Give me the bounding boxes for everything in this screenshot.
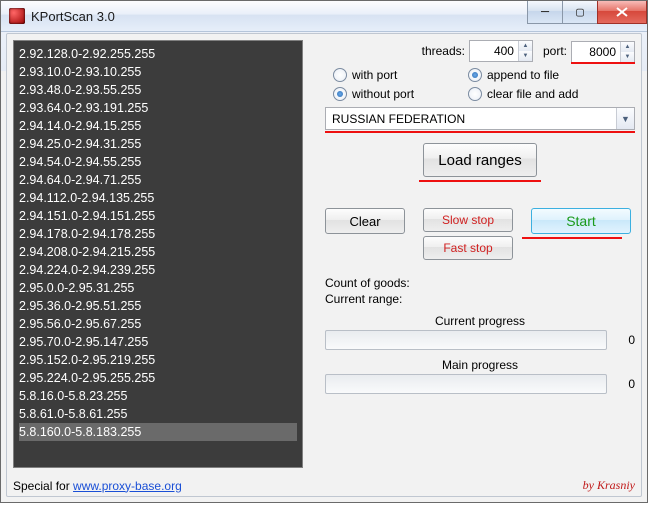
minimize-button[interactable]: ─ (527, 1, 563, 24)
ip-range-item[interactable]: 2.94.64.0-2.94.71.255 (19, 171, 297, 189)
load-ranges-button[interactable]: Load ranges (423, 143, 536, 177)
client-area: 2.92.128.0-2.92.255.2552.93.10.0-2.93.10… (6, 33, 642, 497)
close-button[interactable] (597, 1, 647, 24)
with-port-radio[interactable] (333, 68, 347, 82)
ip-range-item[interactable]: 2.95.152.0-2.95.219.255 (19, 351, 297, 369)
fast-stop-button[interactable]: Fast stop (423, 236, 513, 260)
without-port-label: without port (352, 87, 414, 101)
titlebar[interactable]: KPortScan 3.0 ─ ▢ (1, 1, 647, 32)
append-radio[interactable] (468, 68, 482, 82)
ip-range-item[interactable]: 5.8.61.0-5.8.61.255 (19, 405, 297, 423)
threads-spinner[interactable]: ▲▼ (469, 40, 533, 62)
window-title: KPortScan 3.0 (31, 9, 115, 24)
port-up-icon[interactable]: ▲ (621, 42, 634, 52)
ip-range-item[interactable]: 2.95.56.0-2.95.67.255 (19, 315, 297, 333)
ip-range-item[interactable]: 2.95.70.0-2.95.147.255 (19, 333, 297, 351)
ip-range-item[interactable]: 2.95.36.0-2.95.51.255 (19, 297, 297, 315)
app-icon (9, 8, 25, 24)
slow-stop-button[interactable]: Slow stop (423, 208, 513, 232)
footer-link[interactable]: www.proxy-base.org (73, 479, 182, 493)
ip-range-item[interactable]: 2.93.10.0-2.93.10.255 (19, 63, 297, 81)
ip-range-item[interactable]: 2.94.224.0-2.94.239.255 (19, 261, 297, 279)
maximize-button[interactable]: ▢ (562, 1, 598, 24)
start-button[interactable]: Start (531, 208, 631, 234)
ip-range-item[interactable]: 2.94.14.0-2.94.15.255 (19, 117, 297, 135)
append-label: append to file (487, 68, 559, 82)
clear-add-label: clear file and add (487, 87, 578, 101)
with-port-label: with port (352, 68, 397, 82)
ip-range-item[interactable]: 2.94.25.0-2.94.31.255 (19, 135, 297, 153)
count-of-goods-label: Count of goods: (325, 276, 635, 290)
threads-up-icon[interactable]: ▲ (519, 41, 532, 51)
current-progress-value: 0 (611, 333, 635, 347)
ip-range-item[interactable]: 5.8.160.0-5.8.183.255 (19, 423, 297, 441)
threads-input[interactable] (470, 41, 518, 61)
ip-range-item[interactable]: 2.93.48.0-2.93.55.255 (19, 81, 297, 99)
country-combobox[interactable]: RUSSIAN FEDERATION ▼ (325, 107, 635, 130)
current-progress-bar (325, 330, 607, 350)
start-underline (522, 237, 622, 239)
main-progress-label: Main progress (325, 358, 635, 372)
clear-add-radio[interactable] (468, 87, 482, 101)
ip-range-item[interactable]: 5.8.16.0-5.8.23.255 (19, 387, 297, 405)
threads-label: threads: (422, 44, 465, 58)
ip-range-item[interactable]: 2.93.64.0-2.93.191.255 (19, 99, 297, 117)
clear-button[interactable]: Clear (325, 208, 405, 234)
main-progress-bar (325, 374, 607, 394)
without-port-radio[interactable] (333, 87, 347, 101)
current-progress-label: Current progress (325, 314, 635, 328)
ip-range-item[interactable]: 2.95.224.0-2.95.255.255 (19, 369, 297, 387)
ip-range-list[interactable]: 2.92.128.0-2.92.255.2552.93.10.0-2.93.10… (13, 40, 303, 468)
load-underline (419, 180, 541, 182)
chevron-down-icon[interactable]: ▼ (616, 108, 634, 129)
port-spinner[interactable]: ▲▼ (571, 41, 635, 62)
close-icon (616, 7, 628, 17)
ip-range-item[interactable]: 2.94.151.0-2.94.151.255 (19, 207, 297, 225)
port-label: port: (543, 44, 567, 58)
main-progress-value: 0 (611, 377, 635, 391)
current-range-label: Current range: (325, 292, 635, 306)
ip-range-item[interactable]: 2.92.128.0-2.92.255.255 (19, 45, 297, 63)
settings-panel: threads: ▲▼ port: ▲▼ with port (303, 40, 635, 468)
threads-down-icon[interactable]: ▼ (519, 51, 532, 61)
ip-range-item[interactable]: 2.94.54.0-2.94.55.255 (19, 153, 297, 171)
country-value: RUSSIAN FEDERATION (326, 112, 616, 126)
port-down-icon[interactable]: ▼ (621, 52, 634, 62)
port-input[interactable] (572, 42, 620, 62)
ip-range-item[interactable]: 2.95.0.0-2.95.31.255 (19, 279, 297, 297)
ip-range-item[interactable]: 2.94.178.0-2.94.178.255 (19, 225, 297, 243)
ip-range-item[interactable]: 2.94.208.0-2.94.215.255 (19, 243, 297, 261)
footer-text: Special for www.proxy-base.org (13, 479, 182, 493)
app-window: KPortScan 3.0 ─ ▢ 2.92.128.0-2.92.255.25… (0, 0, 648, 503)
ip-range-item[interactable]: 2.94.112.0-2.94.135.255 (19, 189, 297, 207)
byline: by Krasniy (583, 478, 635, 493)
